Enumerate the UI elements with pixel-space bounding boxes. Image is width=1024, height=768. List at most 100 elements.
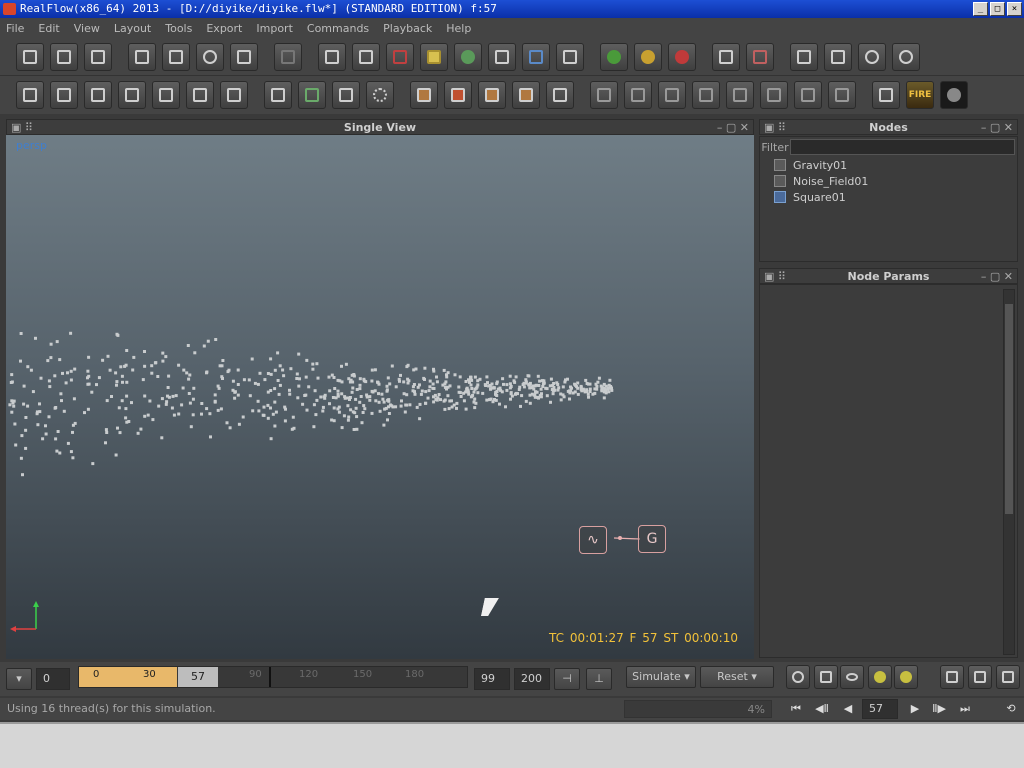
menu-view[interactable]: View bbox=[74, 22, 100, 35]
menu-help[interactable]: Help bbox=[446, 22, 471, 35]
tool2-7-button[interactable] bbox=[220, 81, 248, 109]
loop-button[interactable]: ⟲ bbox=[1002, 700, 1020, 718]
new-file-button[interactable] bbox=[16, 42, 44, 71]
view-tool-4-button[interactable] bbox=[868, 665, 892, 689]
add-object-button[interactable] bbox=[318, 42, 346, 71]
tool2-21-button[interactable] bbox=[726, 81, 754, 109]
tool2-3-button[interactable] bbox=[84, 81, 112, 109]
add-wave-button[interactable] bbox=[522, 42, 550, 71]
tool2-2-button[interactable] bbox=[50, 81, 78, 109]
go-start-button[interactable]: ⏮ bbox=[787, 700, 805, 718]
tool2-6-button[interactable] bbox=[186, 81, 214, 109]
align-button[interactable] bbox=[274, 42, 302, 71]
view-tool-8-button[interactable] bbox=[996, 665, 1020, 689]
play-button[interactable]: ▶ bbox=[906, 700, 924, 718]
params-window-controls[interactable]: – ▢ ✕ bbox=[981, 269, 1013, 285]
tool2-14-button[interactable] bbox=[478, 81, 506, 109]
menu-layout[interactable]: Layout bbox=[114, 22, 151, 35]
network-button[interactable] bbox=[892, 42, 920, 71]
render-button[interactable] bbox=[872, 81, 900, 109]
open-file-button[interactable] bbox=[50, 42, 78, 71]
batch-button[interactable] bbox=[824, 42, 852, 71]
step-forward-button[interactable]: Ⅱ▶ bbox=[930, 700, 948, 718]
noise-field-icon[interactable]: ∿ bbox=[579, 526, 607, 554]
menu-commands[interactable]: Commands bbox=[307, 22, 369, 35]
menu-import[interactable]: Import bbox=[256, 22, 293, 35]
tool2-5-button[interactable] bbox=[152, 81, 180, 109]
node-item-square[interactable]: Square01 bbox=[760, 189, 1017, 205]
maxwell-button[interactable] bbox=[940, 81, 968, 109]
tool2-4-button[interactable] bbox=[118, 81, 146, 109]
tool2-9-button[interactable] bbox=[298, 81, 326, 109]
view-tool-7-button[interactable] bbox=[968, 665, 992, 689]
add-camera-button[interactable] bbox=[488, 42, 516, 71]
scale-tool-button[interactable] bbox=[230, 42, 258, 71]
move-tool-button[interactable] bbox=[162, 42, 190, 71]
tool2-11-button[interactable] bbox=[366, 81, 394, 109]
menu-export[interactable]: Export bbox=[206, 22, 242, 35]
menu-edit[interactable]: Edit bbox=[38, 22, 59, 35]
select-tool-button[interactable] bbox=[128, 42, 156, 71]
params-panel-menu-icon[interactable]: ▣ ⠿ bbox=[764, 269, 786, 285]
tool2-8-button[interactable] bbox=[264, 81, 292, 109]
tool2-18-button[interactable] bbox=[624, 81, 652, 109]
frame-field[interactable]: 57 bbox=[862, 699, 898, 719]
tool2-17-button[interactable] bbox=[590, 81, 618, 109]
end-frame-field[interactable]: 200 bbox=[514, 668, 550, 690]
tool2-24-button[interactable] bbox=[828, 81, 856, 109]
add-emitter-button[interactable] bbox=[352, 42, 380, 71]
add-mesh-button[interactable] bbox=[454, 42, 482, 71]
key-prev-button[interactable]: ⊣ bbox=[554, 668, 580, 690]
yellow-status-button[interactable] bbox=[634, 42, 662, 71]
maximize-button[interactable]: □ bbox=[990, 2, 1005, 16]
panel-menu-icon[interactable]: ▣ ⠿ bbox=[11, 120, 33, 136]
play-back-button[interactable]: ◀ bbox=[839, 700, 857, 718]
view-tool-3-button[interactable] bbox=[840, 665, 864, 689]
start-frame-field[interactable]: 0 bbox=[36, 668, 70, 690]
key-next-button[interactable]: ⊥ bbox=[586, 668, 612, 690]
node-item-noise[interactable]: Noise_Field01 bbox=[760, 173, 1017, 189]
close-button[interactable]: × bbox=[1007, 2, 1022, 16]
view-tool-5-button[interactable] bbox=[894, 665, 918, 689]
go-end-button[interactable]: ⏭ bbox=[956, 700, 974, 718]
panel-window-controls[interactable]: – ▢ ✕ bbox=[717, 120, 749, 136]
view-tool-1-button[interactable] bbox=[786, 665, 810, 689]
params-scrollbar[interactable] bbox=[1003, 289, 1015, 655]
tool2-12-button[interactable] bbox=[410, 81, 438, 109]
filter-input[interactable] bbox=[790, 139, 1015, 155]
tool2-1-button[interactable] bbox=[16, 81, 44, 109]
node-item-gravity[interactable]: Gravity01 bbox=[760, 157, 1017, 173]
add-cube-button[interactable] bbox=[420, 42, 448, 71]
green-status-button[interactable] bbox=[600, 42, 628, 71]
current-frame-box[interactable]: 57 bbox=[178, 667, 218, 687]
tool2-13-button[interactable] bbox=[444, 81, 472, 109]
tool2-22-button[interactable] bbox=[760, 81, 788, 109]
cache-save-button[interactable] bbox=[712, 42, 740, 71]
add-daemon-button[interactable] bbox=[386, 42, 414, 71]
menu-playback[interactable]: Playback bbox=[383, 22, 432, 35]
save-file-button[interactable] bbox=[84, 42, 112, 71]
gravity-icon[interactable]: G bbox=[638, 525, 666, 553]
tool2-16-button[interactable] bbox=[546, 81, 574, 109]
minimize-button[interactable]: _ bbox=[973, 2, 988, 16]
tool2-20-button[interactable] bbox=[692, 81, 720, 109]
add-grid-button[interactable] bbox=[556, 42, 584, 71]
menu-file[interactable]: File bbox=[6, 22, 24, 35]
simulate-button[interactable]: Simulate ▾ bbox=[626, 666, 696, 688]
tool2-15-button[interactable] bbox=[512, 81, 540, 109]
menu-tools[interactable]: Tools bbox=[165, 22, 192, 35]
tool2-23-button[interactable] bbox=[794, 81, 822, 109]
timer-button[interactable] bbox=[858, 42, 886, 71]
tool2-10-button[interactable] bbox=[332, 81, 360, 109]
fire-button[interactable]: FIRE bbox=[906, 81, 934, 109]
timeline-menu-button[interactable]: ▾ bbox=[6, 668, 32, 690]
view-tool-6-button[interactable] bbox=[940, 665, 964, 689]
range-end-field[interactable]: 99 bbox=[474, 668, 510, 690]
reset-button[interactable]: Reset ▾ bbox=[700, 666, 774, 688]
timeline-track[interactable]: 0 30 57 90 120 150 180 bbox=[78, 666, 468, 688]
script-button[interactable] bbox=[790, 42, 818, 71]
3d-viewport[interactable]: persp ∿ G TC 00:01:27 F 57 ST 00:00:10 bbox=[6, 135, 754, 659]
nodes-window-controls[interactable]: – ▢ ✕ bbox=[981, 120, 1013, 136]
step-back-button[interactable]: ◀Ⅱ bbox=[813, 700, 831, 718]
tool2-19-button[interactable] bbox=[658, 81, 686, 109]
